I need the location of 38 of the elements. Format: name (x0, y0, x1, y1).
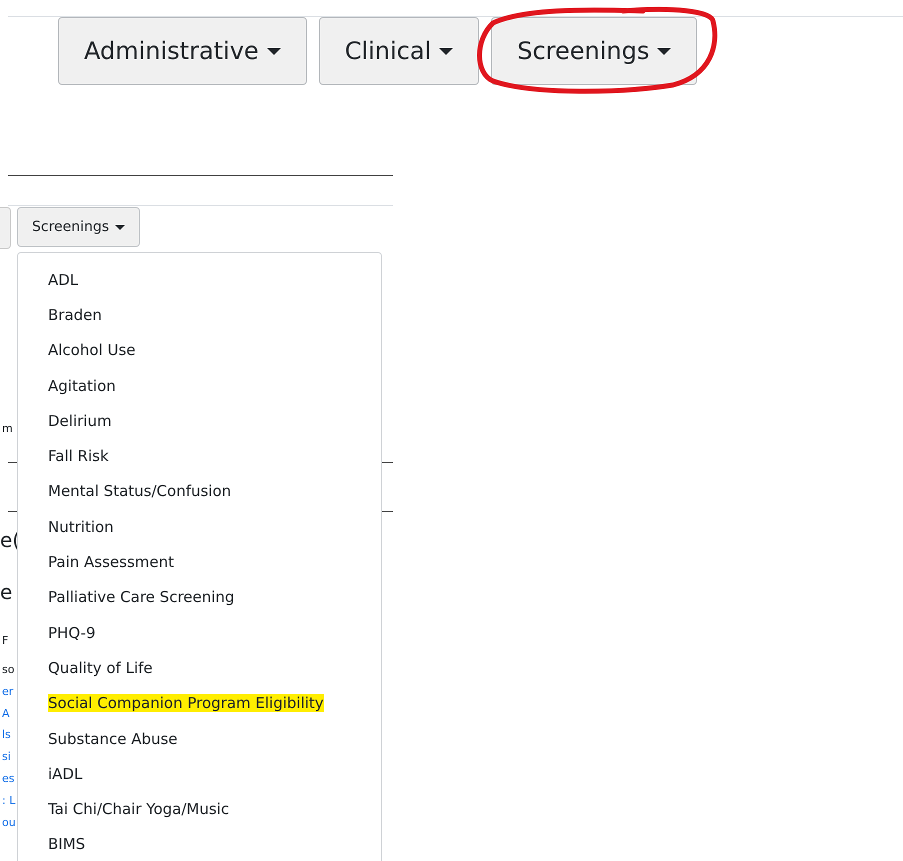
menu-item[interactable]: Palliative Care Screening (48, 588, 234, 606)
cut-off-text[interactable]: si (2, 750, 11, 764)
menu-item[interactable]: Tai Chi/Chair Yoga/Music (48, 800, 230, 818)
menu-item[interactable]: Delirium (48, 412, 112, 430)
caret-icon (266, 48, 281, 54)
cut-off-text[interactable]: er (2, 685, 14, 699)
menu-item[interactable]: Social Companion Program Eligibility (48, 694, 324, 712)
dropdown-button[interactable]: Screenings (491, 17, 698, 85)
cut-off-button[interactable] (0, 207, 11, 249)
cut-off-text[interactable]: : L (2, 794, 16, 808)
cut-off-text: F (2, 634, 8, 648)
menu-item[interactable]: Braden (48, 306, 102, 324)
cut-off-text[interactable]: A (2, 707, 10, 721)
dropdown-button[interactable]: Administrative (58, 17, 307, 85)
menu-item[interactable]: Mental Status/Confusion (48, 482, 232, 500)
dropdown-button[interactable]: Clinical (318, 17, 480, 85)
menu-item[interactable]: iADL (48, 764, 82, 783)
caret-icon (439, 48, 454, 54)
dropdown-button[interactable]: Screenings (17, 207, 140, 247)
menu-item[interactable]: Nutrition (48, 518, 114, 536)
menu-item[interactable]: Alcohol Use (48, 341, 136, 360)
cut-off-text[interactable]: ls (2, 728, 11, 742)
cut-off-text: e( (0, 528, 20, 552)
menu-item[interactable]: BIMS (48, 835, 86, 854)
cut-off-text: so (2, 663, 14, 677)
cut-off-text: m (2, 422, 13, 436)
menu-item[interactable]: Substance Abuse (48, 730, 178, 748)
menu-item[interactable]: ADL (48, 270, 78, 289)
menu-item[interactable]: Fall Risk (48, 447, 109, 466)
cut-off-text[interactable]: es (2, 772, 14, 786)
caret-icon (115, 224, 126, 230)
menu-item[interactable]: Quality of Life (48, 658, 153, 677)
cut-off-text[interactable]: ou (2, 816, 16, 830)
menu-item[interactable]: PHQ-9 (48, 624, 96, 642)
cut-off-text: e (0, 580, 12, 604)
menu-item[interactable]: Pain Assessment (48, 553, 174, 572)
menu-item[interactable]: Agitation (48, 376, 116, 395)
caret-icon (657, 48, 672, 54)
